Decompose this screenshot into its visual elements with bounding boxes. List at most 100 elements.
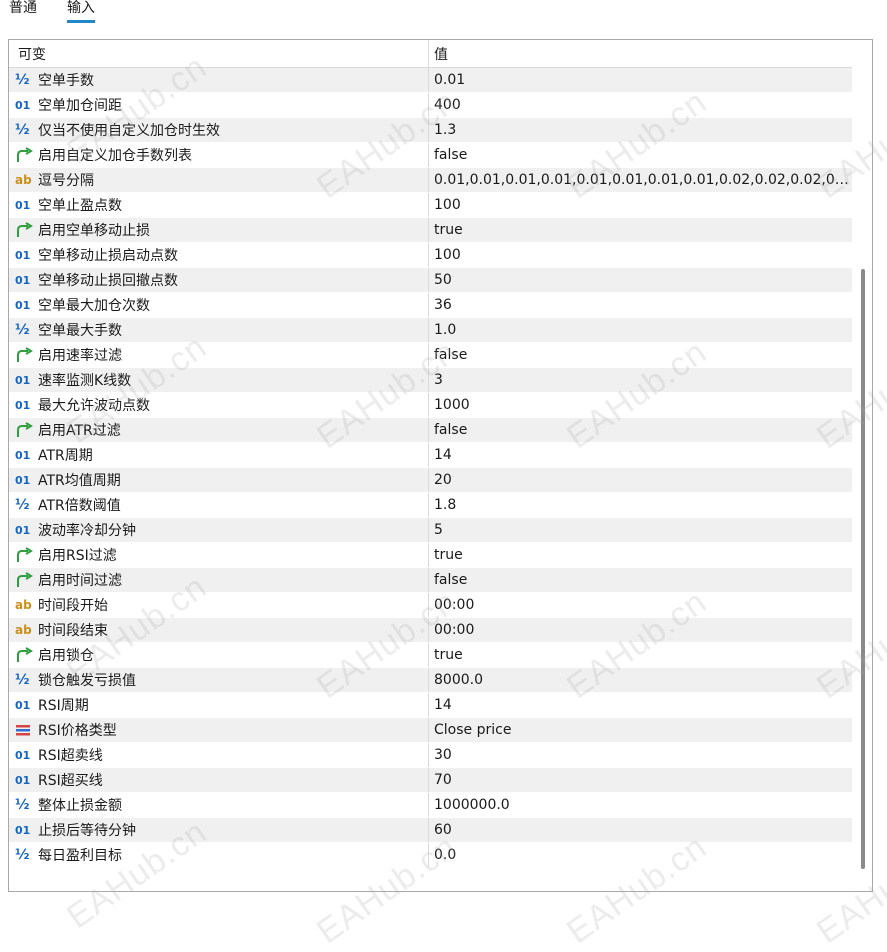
variable-cell[interactable]: 01 RSI周期 [9, 693, 429, 717]
table-row[interactable]: 01 止损后等待分钟 60 [9, 818, 852, 843]
table-row[interactable]: ½ 仅当不使用自定义加仓时生效 1.3 [9, 118, 852, 143]
table-row[interactable]: 启用时间过滤 false [9, 568, 852, 593]
variable-cell[interactable]: 01 空单移动止损启动点数 [9, 243, 429, 267]
variable-cell[interactable]: ab 逗号分隔 [9, 168, 429, 192]
tab-common[interactable]: 普通 [9, 0, 37, 24]
value-cell[interactable]: 0.01 [429, 68, 852, 92]
variable-cell[interactable]: ½ 每日盈利目标 [9, 843, 429, 867]
table-row[interactable]: 01 RSI周期 14 [9, 693, 852, 718]
value-cell[interactable]: 1.8 [429, 493, 852, 517]
value-cell[interactable]: 1.0 [429, 318, 852, 342]
value-cell[interactable]: 100 [429, 193, 852, 217]
value-cell[interactable]: 400 [429, 93, 852, 117]
table-row[interactable]: ½ 空单手数 0.01 [9, 68, 852, 93]
variable-cell[interactable]: RSI价格类型 [9, 718, 429, 742]
value-cell[interactable]: 14 [429, 443, 852, 467]
value-cell[interactable]: 0.0 [429, 843, 852, 867]
value-cell[interactable]: 00:00 [429, 618, 852, 642]
value-cell[interactable]: 70 [429, 768, 852, 792]
variable-cell[interactable]: ab 时间段开始 [9, 593, 429, 617]
column-header-variable[interactable]: 可变 [9, 40, 429, 67]
table-row[interactable]: ab 时间段开始 00:00 [9, 593, 852, 618]
table-row[interactable]: 01 空单最大加仓次数 36 [9, 293, 852, 318]
variable-cell[interactable]: ½ 整体止损金额 [9, 793, 429, 817]
value-cell[interactable]: 0.01,0.01,0.01,0.01,0.01,0.01,0.01,0.01,… [429, 168, 852, 192]
table-row[interactable]: 01 最大允许波动点数 1000 [9, 393, 852, 418]
table-row[interactable]: ½ ATR倍数阈值 1.8 [9, 493, 852, 518]
table-row[interactable]: ½ 空单最大手数 1.0 [9, 318, 852, 343]
table-row[interactable]: 01 空单移动止损回撤点数 50 [9, 268, 852, 293]
variable-cell[interactable]: 启用空单移动止损 [9, 218, 429, 242]
variable-cell[interactable]: 01 ATR周期 [9, 443, 429, 467]
table-row[interactable]: 01 RSI超卖线 30 [9, 743, 852, 768]
value-cell[interactable]: true [429, 543, 852, 567]
value-cell[interactable]: true [429, 643, 852, 667]
table-row[interactable]: ab 时间段结束 00:00 [9, 618, 852, 643]
value-cell[interactable]: 60 [429, 818, 852, 842]
value-cell[interactable]: false [429, 343, 852, 367]
value-cell[interactable]: false [429, 418, 852, 442]
value-cell[interactable]: Close price [429, 718, 852, 742]
value-cell[interactable]: 00:00 [429, 593, 852, 617]
variable-cell[interactable]: 启用ATR过滤 [9, 418, 429, 442]
value-cell[interactable]: false [429, 143, 852, 167]
value-cell[interactable]: false [429, 568, 852, 592]
variable-cell[interactable]: 01 RSI超买线 [9, 768, 429, 792]
table-row[interactable]: 01 ATR周期 14 [9, 443, 852, 468]
table-row[interactable]: 启用空单移动止损 true [9, 218, 852, 243]
variable-cell[interactable]: 01 止损后等待分钟 [9, 818, 429, 842]
value-cell[interactable]: 8000.0 [429, 668, 852, 692]
value-cell[interactable]: 1000 [429, 393, 852, 417]
value-cell[interactable]: true [429, 218, 852, 242]
table-row[interactable]: RSI价格类型 Close price [9, 718, 852, 743]
scrollbar-thumb[interactable] [861, 269, 865, 869]
table-row[interactable]: 01 速率监测K线数 3 [9, 368, 852, 393]
value-cell[interactable]: 5 [429, 518, 852, 542]
variable-cell[interactable]: 启用时间过滤 [9, 568, 429, 592]
variable-cell[interactable]: 01 最大允许波动点数 [9, 393, 429, 417]
table-row[interactable]: 01 空单移动止损启动点数 100 [9, 243, 852, 268]
value-cell[interactable]: 20 [429, 468, 852, 492]
variable-cell[interactable]: ab 时间段结束 [9, 618, 429, 642]
table-row[interactable]: 01 波动率冷却分钟 5 [9, 518, 852, 543]
column-header-value[interactable]: 值 [429, 40, 852, 67]
table-row[interactable]: 启用RSI过滤 true [9, 543, 852, 568]
table-row[interactable]: 启用速率过滤 false [9, 343, 852, 368]
table-row[interactable]: 启用ATR过滤 false [9, 418, 852, 443]
value-cell[interactable]: 50 [429, 268, 852, 292]
variable-cell[interactable]: 01 RSI超卖线 [9, 743, 429, 767]
variable-cell[interactable]: 启用锁仓 [9, 643, 429, 667]
variable-cell[interactable]: ½ 空单最大手数 [9, 318, 429, 342]
table-row[interactable]: ½ 每日盈利目标 0.0 [9, 843, 852, 868]
table-row[interactable]: 01 ATR均值周期 20 [9, 468, 852, 493]
variable-cell[interactable]: 启用速率过滤 [9, 343, 429, 367]
table-row[interactable]: 01 空单止盈点数 100 [9, 193, 852, 218]
variable-cell[interactable]: 01 空单最大加仓次数 [9, 293, 429, 317]
value-cell[interactable]: 30 [429, 743, 852, 767]
variable-cell[interactable]: 01 空单移动止损回撤点数 [9, 268, 429, 292]
table-row[interactable]: ½ 锁仓触发亏损值 8000.0 [9, 668, 852, 693]
table-row[interactable]: 01 RSI超买线 70 [9, 768, 852, 793]
variable-cell[interactable]: ½ 仅当不使用自定义加仓时生效 [9, 118, 429, 142]
variable-cell[interactable]: 01 ATR均值周期 [9, 468, 429, 492]
value-cell[interactable]: 1.3 [429, 118, 852, 142]
table-row[interactable]: 启用锁仓 true [9, 643, 852, 668]
variable-cell[interactable]: ½ ATR倍数阈值 [9, 493, 429, 517]
variable-cell[interactable]: 01 波动率冷却分钟 [9, 518, 429, 542]
variable-cell[interactable]: 01 空单加仓间距 [9, 93, 429, 117]
variable-cell[interactable]: ½ 空单手数 [9, 68, 429, 92]
value-cell[interactable]: 100 [429, 243, 852, 267]
variable-cell[interactable]: ½ 锁仓触发亏损值 [9, 668, 429, 692]
table-row[interactable]: ab 逗号分隔 0.01,0.01,0.01,0.01,0.01,0.01,0.01… [9, 168, 852, 193]
variable-cell[interactable]: 启用RSI过滤 [9, 543, 429, 567]
value-cell[interactable]: 3 [429, 368, 852, 392]
table-row[interactable]: 01 空单加仓间距 400 [9, 93, 852, 118]
table-row[interactable]: 启用自定义加仓手数列表 false [9, 143, 852, 168]
tab-inputs[interactable]: 输入 [67, 0, 95, 24]
value-cell[interactable]: 36 [429, 293, 852, 317]
table-row[interactable]: ½ 整体止损金额 1000000.0 [9, 793, 852, 818]
variable-cell[interactable]: 01 速率监测K线数 [9, 368, 429, 392]
value-cell[interactable]: 1000000.0 [429, 793, 852, 817]
variable-cell[interactable]: 01 空单止盈点数 [9, 193, 429, 217]
value-cell[interactable]: 14 [429, 693, 852, 717]
